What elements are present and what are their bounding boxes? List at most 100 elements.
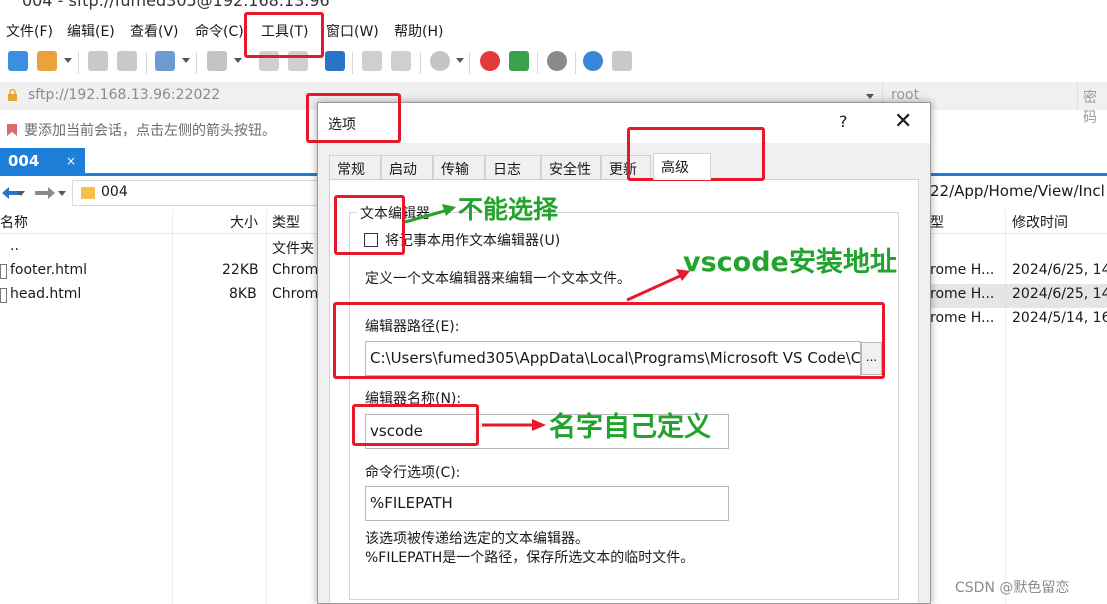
- address-url[interactable]: sftp://192.168.13.96:22022: [28, 87, 220, 103]
- file-size: 8KB: [229, 286, 257, 302]
- sync-arrows-icon[interactable]: [325, 51, 345, 71]
- tab-log[interactable]: 日志: [485, 155, 541, 179]
- col-remote-type[interactable]: 型: [930, 212, 944, 232]
- connect-icon[interactable]: [88, 51, 108, 71]
- window-title-strip: 004 - sftp://fumed305@192.168.13.96: [0, 0, 1107, 14]
- highlight-editor-name: [352, 404, 479, 446]
- menu-file[interactable]: 文件(F): [6, 21, 53, 41]
- help-icon[interactable]: [583, 51, 603, 71]
- file-type: rome H...: [930, 310, 995, 326]
- file-modified: 2024/6/25, 14: [1012, 286, 1107, 302]
- local-path-text: 004: [101, 184, 128, 200]
- tab-startup[interactable]: 启动: [381, 155, 433, 179]
- chat-icon[interactable]: [612, 51, 632, 71]
- menu-view[interactable]: 查看(V): [130, 21, 179, 41]
- highlight-tools-menu: [244, 12, 324, 58]
- forward-arrow-icon[interactable]: [33, 187, 55, 199]
- col-name[interactable]: 名称: [0, 212, 28, 232]
- help-button[interactable]: ?: [839, 112, 848, 131]
- editor-description: 定义一个文本编辑器来编辑一个文本文件。: [365, 271, 631, 287]
- session-tab[interactable]: 004 ×: [0, 148, 85, 176]
- chevron-down-icon[interactable]: [182, 58, 190, 63]
- chevron-down-icon[interactable]: [456, 58, 464, 63]
- open-folder-icon[interactable]: [37, 51, 57, 71]
- xshell-icon[interactable]: [480, 51, 500, 71]
- cmd-options-field[interactable]: %FILEPATH: [365, 486, 729, 521]
- chevron-down-icon[interactable]: [58, 191, 66, 196]
- col-size[interactable]: 大小: [230, 212, 258, 232]
- dialog-tabs: 常规 启动 传输 日志 安全性 更新 高级: [329, 153, 919, 180]
- chevron-down-icon[interactable]: [17, 191, 25, 196]
- menu-window[interactable]: 窗口(W): [326, 21, 379, 41]
- remote-file-row[interactable]: rome H... 2024/6/25, 14: [926, 284, 1107, 308]
- hint-text: 要添加当前会话，点击左侧的箭头按钮。: [24, 123, 276, 139]
- disconnect-icon[interactable]: [117, 51, 137, 71]
- toolbar-divider: [352, 52, 353, 74]
- remote-file-row[interactable]: rome H... 2024/5/14, 16: [926, 308, 1107, 332]
- session-hint: 要添加当前会话，点击左侧的箭头按钮。: [0, 116, 320, 144]
- remote-path-text[interactable]: 22/App/Home/View/Incl: [930, 182, 1105, 200]
- toolbar-divider: [469, 52, 470, 74]
- lock-icon: [7, 88, 18, 101]
- annotation-custom-name: 名字自己定义: [549, 412, 711, 443]
- local-path-box[interactable]: 004: [72, 180, 322, 206]
- password-field[interactable]: 密码: [1077, 82, 1107, 126]
- window-title: 004 - sftp://fumed305@192.168.13.96: [22, 0, 330, 10]
- use-notepad-label[interactable]: 将记事本用作文本编辑器(U): [385, 230, 560, 250]
- record-icon[interactable]: [430, 51, 450, 71]
- cmd-options-label: 命令行选项(C):: [365, 465, 461, 481]
- highlight-dialog-title: [306, 93, 401, 143]
- menu-edit[interactable]: 编辑(E): [67, 21, 115, 41]
- toolbar-divider: [78, 52, 79, 74]
- file-row[interactable]: footer.html 22KB Chrom: [0, 260, 320, 284]
- cmd-note-1: 该选项被传递给选定的文本编辑器。: [365, 531, 589, 547]
- tab-security[interactable]: 安全性: [541, 155, 601, 179]
- chevron-down-icon[interactable]: [866, 94, 874, 99]
- toolbar-divider: [146, 52, 147, 74]
- col-modified[interactable]: 修改时间: [1012, 212, 1068, 232]
- close-icon[interactable]: ×: [66, 154, 76, 168]
- terminal-icon[interactable]: [207, 51, 227, 71]
- file-type: rome H...: [930, 286, 995, 302]
- file-icon: [0, 288, 7, 303]
- file-row[interactable]: .. 文件夹: [0, 236, 320, 260]
- file-name: ..: [10, 238, 19, 254]
- toolbar-divider: [575, 52, 576, 74]
- clipboard-icon[interactable]: [391, 51, 411, 71]
- folder-icon: [81, 187, 95, 199]
- annotation-vscode-path: vscode安装地址: [683, 247, 897, 278]
- dialog-titlebar: 选项 ? ✕: [318, 103, 930, 143]
- file-row[interactable]: head.html 8KB Chrom: [0, 284, 320, 308]
- close-icon[interactable]: ✕: [894, 109, 912, 134]
- chevron-down-icon[interactable]: [234, 58, 242, 63]
- xftp-icon[interactable]: [509, 51, 529, 71]
- session-tab-label: 004: [8, 152, 40, 170]
- file-name: footer.html: [10, 262, 87, 278]
- menu-command[interactable]: 命令(C): [195, 21, 244, 41]
- folder-icon: [0, 235, 8, 247]
- file-name: head.html: [10, 286, 82, 302]
- tab-general[interactable]: 常规: [329, 155, 381, 179]
- file-type: 文件夹: [272, 241, 314, 257]
- remote-file-row[interactable]: rome H... 2024/6/25, 14: [926, 260, 1107, 284]
- highlight-checkbox: [334, 195, 405, 255]
- col-type[interactable]: 类型: [272, 212, 300, 232]
- file-icon: [0, 264, 7, 279]
- tab-transfer[interactable]: 传输: [433, 155, 485, 179]
- file-modified: 2024/5/14, 16: [1012, 310, 1107, 326]
- chevron-down-icon[interactable]: [64, 58, 72, 63]
- menu-bar: 文件(F) 编辑(E) 查看(V) 命令(C) 工具(T) 窗口(W) 帮助(H…: [0, 14, 1107, 46]
- highlight-editor-path: [333, 302, 885, 379]
- new-tab-icon[interactable]: [155, 51, 175, 71]
- new-session-icon[interactable]: [8, 51, 28, 71]
- cmd-note-2: %FILEPATH是一个路径，保存所选文本的临时文件。: [365, 550, 695, 566]
- bookmark-icon[interactable]: [6, 123, 18, 137]
- menu-help[interactable]: 帮助(H): [394, 21, 443, 41]
- gear-icon[interactable]: [547, 51, 567, 71]
- file-type: rome H...: [930, 262, 995, 278]
- file-modified: 2024/6/25, 14: [1012, 262, 1107, 278]
- toolbar: [0, 46, 1107, 80]
- toolbar-divider: [537, 52, 538, 74]
- duplicate-icon[interactable]: [362, 51, 382, 71]
- tab-advanced[interactable]: 高级: [653, 153, 711, 180]
